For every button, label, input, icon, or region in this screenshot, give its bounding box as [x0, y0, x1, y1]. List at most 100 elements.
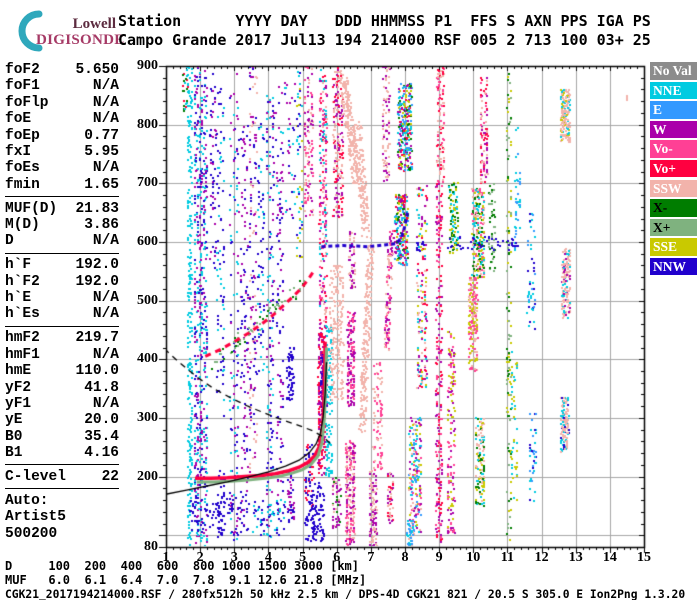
header-field-names-row: Station YYYY DAY DDD HHMMSS P1 FFS S AXN…: [118, 12, 651, 30]
legend-item-w: W: [650, 120, 697, 139]
param-value: N/A: [92, 306, 119, 323]
legend-item-e: E: [650, 101, 697, 119]
param-row: yF2 41.8: [5, 380, 119, 396]
param-row: hmF2 219.7: [5, 330, 119, 346]
panel-divider: [5, 196, 119, 198]
x-tick-label: 14: [602, 550, 617, 565]
param-row: D N/A: [5, 233, 119, 249]
logo-lowell-text: Lowell: [72, 16, 116, 32]
digisonde-ionogram-app: Lowell DIGISONDE Station YYYY DAY DDD HH…: [0, 0, 700, 600]
param-value: 3.86: [84, 217, 119, 234]
distance-row: D 100 200 400 600 800 1000 1500 3000 [km…: [5, 559, 360, 573]
x-tick-label: 9: [435, 550, 443, 565]
status-line: CGK21_2017194214000.RSF / 280fx512h 50 k…: [5, 588, 686, 600]
muf-row: MUF 6.0 6.1 6.4 7.0 7.8 9.1 12.6 21.8 [M…: [5, 573, 367, 587]
param-value: 4.16: [84, 445, 119, 462]
param-label: fxI: [5, 143, 32, 160]
param-label: B0: [5, 428, 23, 445]
param-label: h`F: [5, 257, 32, 274]
panel-divider: [5, 252, 119, 254]
param-row: h`F2 192.0: [5, 274, 119, 290]
x-tick-label: 8: [401, 550, 409, 565]
param-row: foE N/A: [5, 111, 119, 127]
lowell-digisonde-logo: Lowell DIGISONDE: [6, 4, 124, 52]
logo-digisonde-text: DIGISONDE: [36, 32, 125, 48]
param-label: foE: [5, 111, 32, 128]
param-label: yE: [5, 412, 23, 429]
param-row: C-level 22: [5, 469, 119, 485]
legend-item-nne: NNE: [650, 81, 697, 100]
param-row: MUF(D) 21.83: [5, 201, 119, 217]
param-value: 110.0: [75, 363, 119, 380]
param-row: B1 4.16: [5, 445, 119, 461]
param-value: N/A: [92, 94, 119, 111]
param-label: MUF(D): [5, 200, 58, 217]
legend-item-sse: SSE: [650, 238, 697, 256]
param-label: yF1: [5, 395, 32, 412]
param-row: hmE 110.0: [5, 363, 119, 379]
y-tick-label: 300: [137, 409, 158, 425]
y-tick-label: 400: [137, 351, 158, 367]
y-tick-label: 900: [137, 58, 158, 73]
param-value: 41.8: [84, 379, 119, 396]
param-row: foEs N/A: [5, 160, 119, 176]
param-row: yE 20.0: [5, 412, 119, 428]
param-row: h`F 192.0: [5, 257, 119, 273]
panel-divider: [5, 464, 119, 466]
param-label: hmE: [5, 363, 32, 380]
param-label: foEp: [5, 127, 40, 144]
param-row: hmF1 N/A: [5, 347, 119, 363]
x-tick-label: 11: [500, 550, 515, 565]
param-value: 0.77: [84, 127, 119, 144]
legend-item-x+: X+: [650, 218, 697, 237]
param-value: N/A: [92, 160, 119, 177]
doppler-direction-legend: No Val NNE E W Vo- Vo+ SSW X- X+ SSE NNW: [650, 62, 697, 278]
param-value: 5.95: [84, 143, 119, 160]
param-label: h`E: [5, 290, 32, 307]
param-value: 5.650: [75, 62, 119, 78]
ionogram-plot-canvas: [140, 54, 654, 558]
param-value: 192.0: [75, 273, 119, 290]
autoscaling-info: Artist5: [5, 509, 66, 526]
param-row: foEp 0.77: [5, 128, 119, 144]
param-label: C-level: [5, 468, 66, 485]
legend-item-x-: X-: [650, 199, 697, 217]
panel-divider: [5, 325, 119, 327]
legend-item-ssw: SSW: [650, 179, 697, 198]
param-row: h`Es N/A: [5, 306, 119, 322]
param-label: fmin: [5, 176, 40, 193]
y-tick-label: 800: [137, 116, 158, 132]
param-value: 1.65: [84, 176, 119, 193]
y-tick-label: 600: [137, 233, 158, 249]
panel-divider: [5, 488, 119, 490]
param-row: yF1 N/A: [5, 396, 119, 412]
x-tick-label: 15: [637, 550, 651, 565]
param-row: foFlp N/A: [5, 95, 119, 111]
legend-item-nnw: NNW: [650, 257, 697, 276]
param-row: h`E N/A: [5, 290, 119, 306]
autoscaling-info: 500200: [5, 525, 58, 542]
param-label: B1: [5, 445, 23, 462]
param-value: 219.7: [75, 330, 119, 347]
param-label: foF1: [5, 78, 40, 95]
x-tick-label: 13: [568, 550, 583, 565]
param-label: D: [5, 233, 14, 250]
legend-item-vo-: Vo-: [650, 140, 697, 158]
param-value: 21.83: [75, 200, 119, 217]
autoscaling-info: Auto:: [5, 492, 49, 509]
param-row: M(D) 3.86: [5, 217, 119, 233]
param-label: foEs: [5, 160, 40, 177]
param-row: fxI 5.95: [5, 144, 119, 160]
y-tick-label: 700: [137, 175, 158, 191]
param-row: B0 35.4: [5, 429, 119, 445]
param-label: foFlp: [5, 94, 49, 111]
param-label: yF2: [5, 379, 32, 396]
param-label: h`Es: [5, 306, 40, 323]
param-row: fmin 1.65: [5, 177, 119, 193]
x-tick-label: 12: [534, 550, 549, 565]
param-row: foF2 5.650: [5, 62, 119, 78]
y-tick-label: 500: [137, 292, 158, 308]
param-value: 20.0: [84, 412, 119, 429]
x-tick-label: 10: [466, 550, 481, 565]
param-row: foF1 N/A: [5, 78, 119, 94]
